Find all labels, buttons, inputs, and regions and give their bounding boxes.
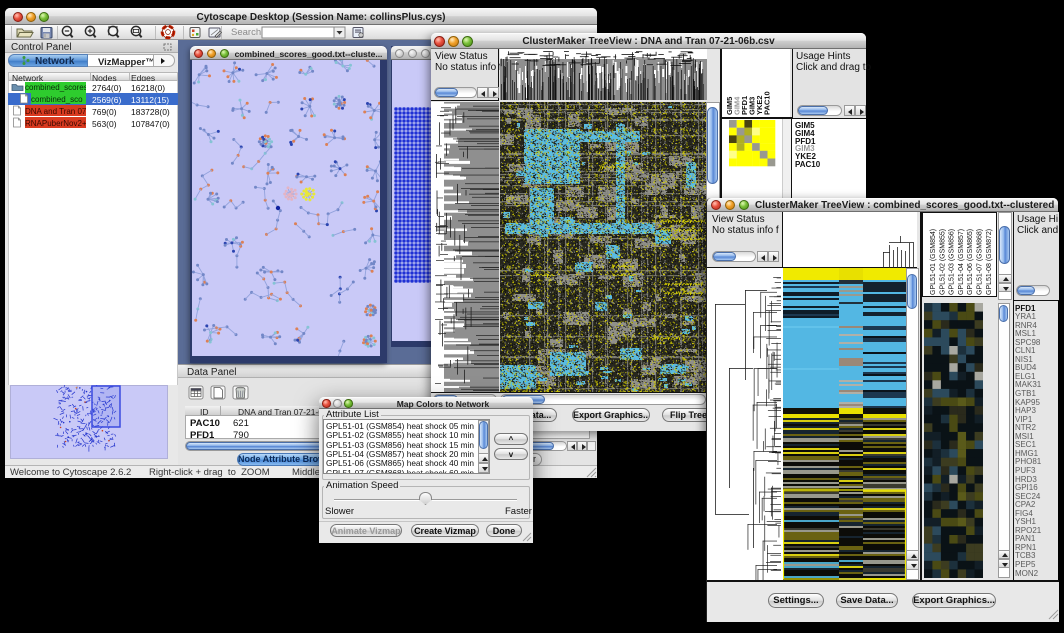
svg-text:GPL51-07 (GSM868): GPL51-07 (GSM868)	[977, 229, 984, 295]
svg-text:GPL51-04 (GSM857): GPL51-04 (GSM857)	[958, 229, 965, 295]
svg-text:GPL51-06 (GSM865): GPL51-06 (GSM865)	[967, 229, 974, 295]
svg-text:GPL51-01 (GSM854): GPL51-01 (GSM854)	[930, 229, 937, 295]
svg-text:PAC10: PAC10	[763, 91, 772, 115]
svg-text:GPL51-02 (GSM855): GPL51-02 (GSM855)	[939, 229, 946, 295]
svg-text:GPL51-03 (GSM856): GPL51-03 (GSM856)	[949, 229, 956, 295]
svg-text:GPL51-08 (GSM872): GPL51-08 (GSM872)	[986, 229, 993, 295]
svg-text:Search:: Search:	[231, 27, 264, 38]
